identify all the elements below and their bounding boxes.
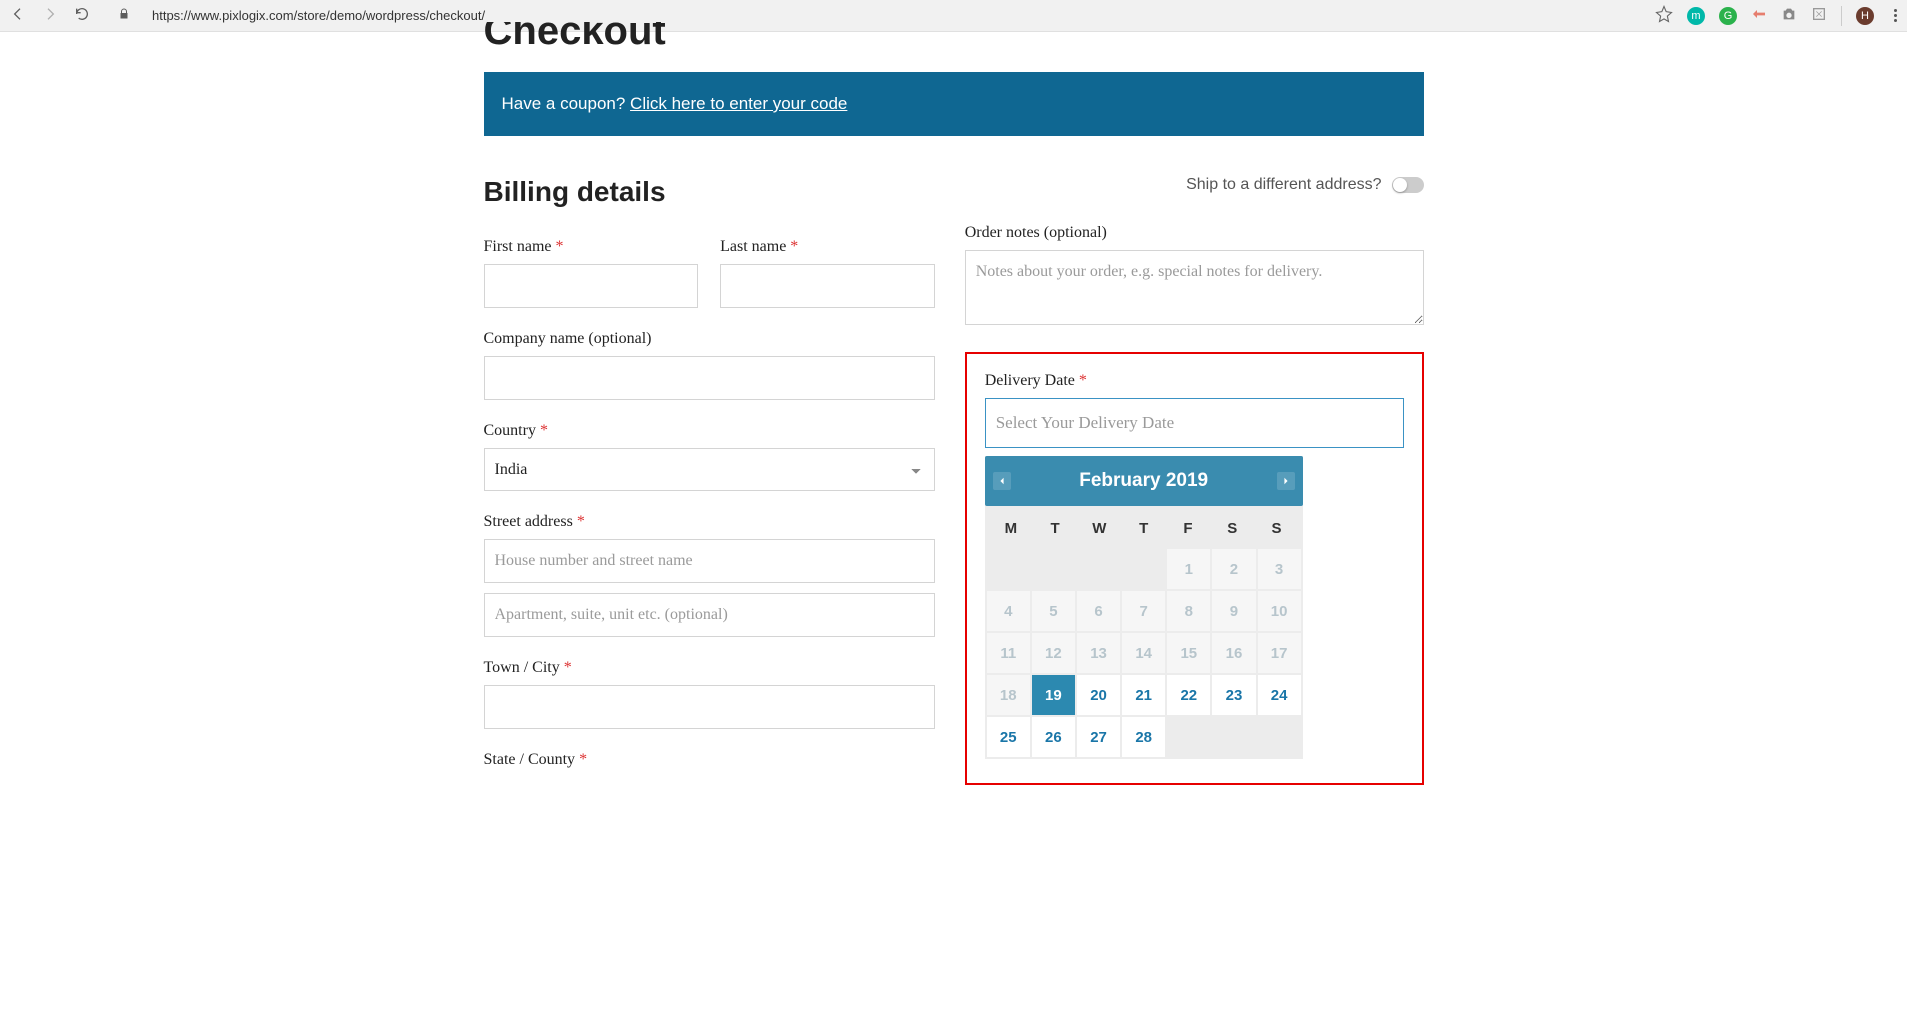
town-label: Town / City * xyxy=(484,659,935,677)
state-label: State / County * xyxy=(484,751,935,769)
calendar-day-10: 10 xyxy=(1258,591,1301,631)
ext-icon-2[interactable]: G xyxy=(1719,7,1737,25)
calendar-day-7: 7 xyxy=(1122,591,1165,631)
ext-icon-4[interactable] xyxy=(1811,6,1827,25)
order-notes-input[interactable] xyxy=(965,250,1424,325)
street2-input[interactable] xyxy=(484,593,935,637)
calendar-day-5: 5 xyxy=(1032,591,1075,631)
street-input[interactable] xyxy=(484,539,935,583)
calendar-empty-cell xyxy=(987,549,1030,589)
calendar-day-28[interactable]: 28 xyxy=(1122,717,1165,757)
calendar-header: February 2019 xyxy=(985,456,1303,506)
calendar-day-24[interactable]: 24 xyxy=(1258,675,1301,715)
ext-icon-3[interactable] xyxy=(1751,6,1767,25)
coupon-prompt: Have a coupon? xyxy=(502,94,631,113)
back-icon[interactable] xyxy=(10,6,26,25)
coupon-banner: Have a coupon? Click here to enter your … xyxy=(484,72,1424,136)
calendar-dow-cell: S xyxy=(1254,520,1298,537)
calendar-day-22[interactable]: 22 xyxy=(1167,675,1210,715)
first-name-label: First name * xyxy=(484,238,699,256)
town-input[interactable] xyxy=(484,685,935,729)
calendar-dow-cell: F xyxy=(1166,520,1210,537)
calendar-month-title: February 2019 xyxy=(1079,470,1208,491)
calendar-empty-cell xyxy=(1122,549,1165,589)
delivery-date-section: Delivery Date * February 2019 MTWTFSS 12… xyxy=(965,352,1424,785)
calendar-day-27[interactable]: 27 xyxy=(1077,717,1120,757)
country-select[interactable]: India xyxy=(484,448,935,491)
calendar-next-icon[interactable] xyxy=(1277,472,1295,490)
delivery-date-input[interactable] xyxy=(985,398,1404,448)
calendar-day-1: 1 xyxy=(1167,549,1210,589)
calendar-day-15: 15 xyxy=(1167,633,1210,673)
calendar-day-20[interactable]: 20 xyxy=(1077,675,1120,715)
calendar-empty-cell xyxy=(1032,549,1075,589)
calendar-day-26[interactable]: 26 xyxy=(1032,717,1075,757)
calendar-weekdays: MTWTFSS xyxy=(985,506,1303,547)
order-notes-label: Order notes (optional) xyxy=(965,224,1424,242)
calendar-day-21[interactable]: 21 xyxy=(1122,675,1165,715)
calendar-grid: 1234567891011121314151617181920212223242… xyxy=(985,547,1303,759)
calendar-empty-cell xyxy=(1077,549,1120,589)
bookmark-star-icon[interactable] xyxy=(1655,5,1673,26)
calendar-day-23[interactable]: 23 xyxy=(1212,675,1255,715)
reload-icon[interactable] xyxy=(74,6,90,25)
divider xyxy=(1841,6,1842,26)
calendar-day-18: 18 xyxy=(987,675,1030,715)
calendar-day-17: 17 xyxy=(1258,633,1301,673)
billing-heading: Billing details xyxy=(484,176,935,208)
calendar-day-8: 8 xyxy=(1167,591,1210,631)
country-label: Country * xyxy=(484,422,935,440)
calendar-day-11: 11 xyxy=(987,633,1030,673)
lock-icon xyxy=(118,7,130,24)
calendar-day-13: 13 xyxy=(1077,633,1120,673)
company-input[interactable] xyxy=(484,356,935,400)
page-title: Checkout xyxy=(484,22,1424,52)
delivery-date-label: Delivery Date * xyxy=(985,372,1404,390)
calendar-dow-cell: M xyxy=(989,520,1033,537)
forward-icon[interactable] xyxy=(42,6,58,25)
calendar-dow-cell: S xyxy=(1210,520,1254,537)
company-label: Company name (optional) xyxy=(484,330,935,348)
calendar-day-6: 6 xyxy=(1077,591,1120,631)
calendar-day-16: 16 xyxy=(1212,633,1255,673)
calendar-day-19[interactable]: 19 xyxy=(1032,675,1075,715)
calendar-day-12: 12 xyxy=(1032,633,1075,673)
calendar-day-14: 14 xyxy=(1122,633,1165,673)
last-name-label: Last name * xyxy=(720,238,935,256)
calendar-dow-cell: T xyxy=(1033,520,1077,537)
camera-icon[interactable] xyxy=(1781,6,1797,25)
ext-icon-1[interactable]: m xyxy=(1687,7,1705,25)
ship-different-toggle[interactable] xyxy=(1392,177,1424,193)
calendar-dow-cell: W xyxy=(1077,520,1121,537)
calendar-day-25[interactable]: 25 xyxy=(987,717,1030,757)
coupon-link[interactable]: Click here to enter your code xyxy=(630,94,847,113)
calendar-prev-icon[interactable] xyxy=(993,472,1011,490)
calendar-dow-cell: T xyxy=(1122,520,1166,537)
profile-avatar[interactable]: H xyxy=(1856,7,1874,25)
address-bar[interactable]: https://www.pixlogix.com/store/demo/word… xyxy=(152,8,485,23)
menu-icon[interactable] xyxy=(1894,9,1897,22)
ship-different-label: Ship to a different address? xyxy=(1186,176,1381,194)
calendar: February 2019 MTWTFSS 123456789101112131… xyxy=(985,456,1303,759)
last-name-input[interactable] xyxy=(720,264,935,308)
street-label: Street address * xyxy=(484,513,935,531)
calendar-day-4: 4 xyxy=(987,591,1030,631)
calendar-day-3: 3 xyxy=(1258,549,1301,589)
first-name-input[interactable] xyxy=(484,264,699,308)
calendar-day-9: 9 xyxy=(1212,591,1255,631)
calendar-day-2: 2 xyxy=(1212,549,1255,589)
